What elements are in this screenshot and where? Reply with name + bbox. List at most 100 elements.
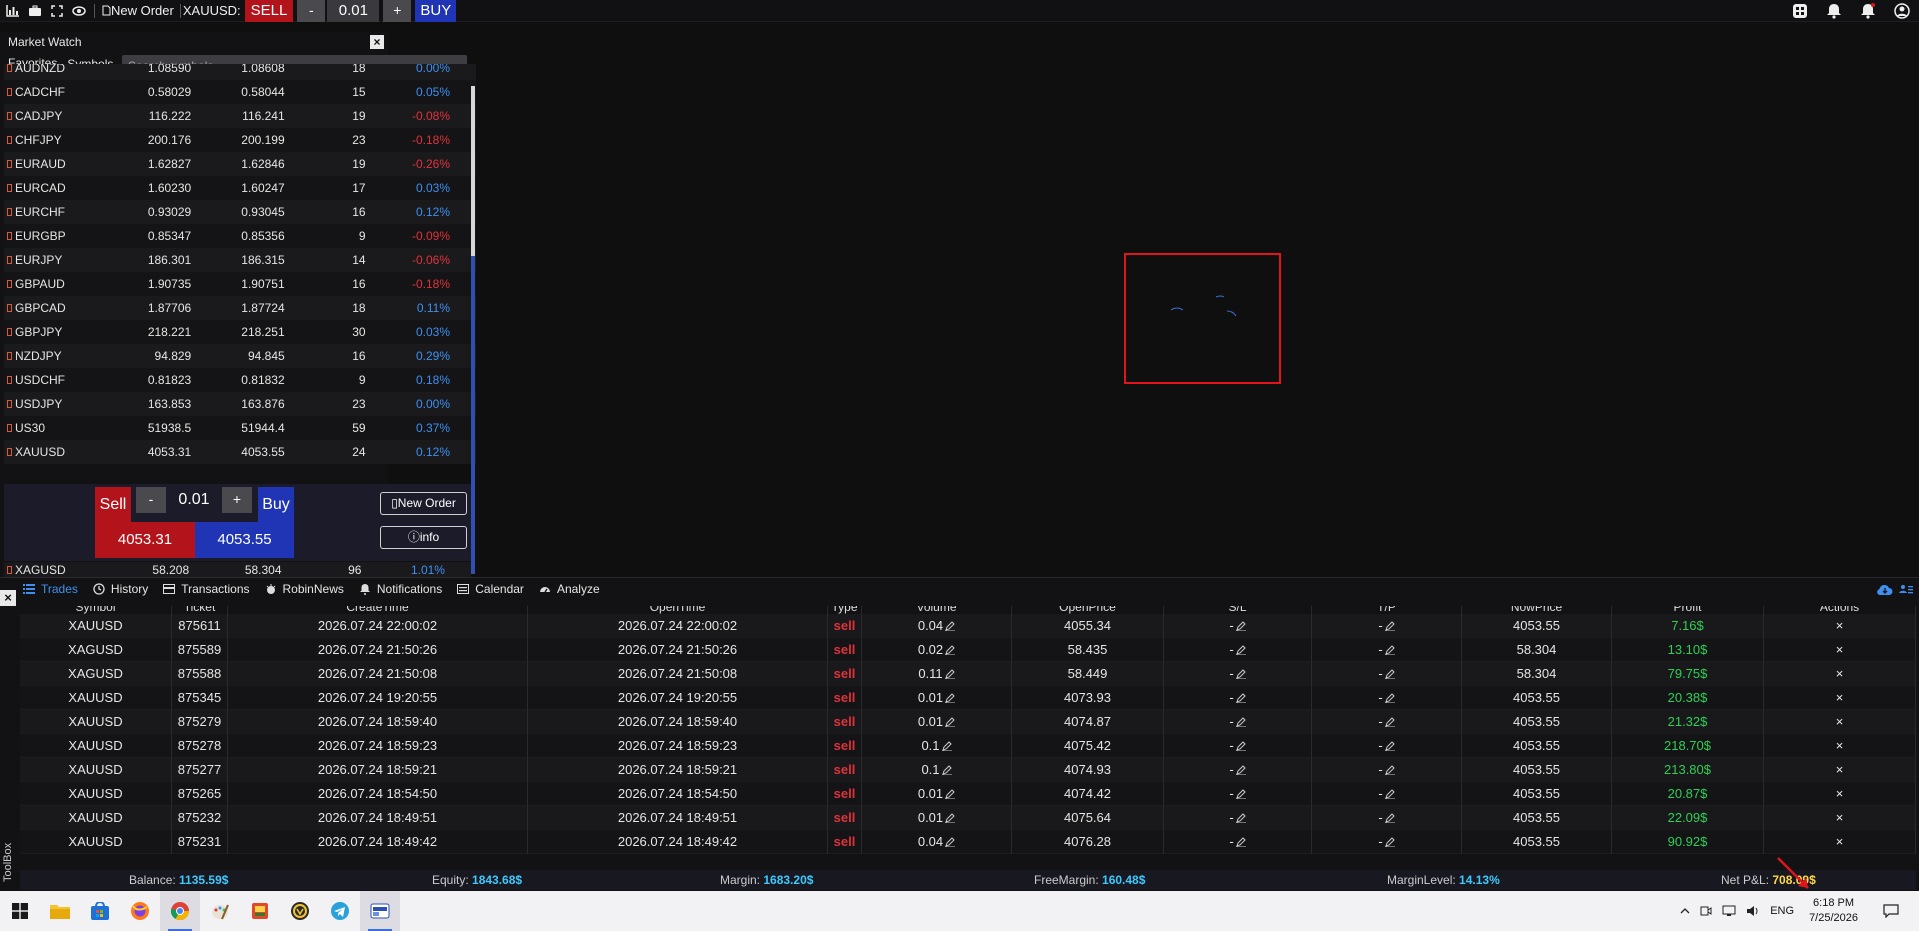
edit-icon[interactable] xyxy=(1384,693,1395,704)
close-trade-button[interactable]: × xyxy=(1764,685,1916,710)
close-trade-button[interactable]: × xyxy=(1764,829,1916,854)
tab-calendar[interactable]: Calendar xyxy=(456,582,524,596)
close-trade-button[interactable]: × xyxy=(1764,781,1916,806)
notification-center-icon[interactable] xyxy=(1883,904,1899,918)
user-icon[interactable] xyxy=(1893,2,1911,20)
list-item[interactable]: EURAUD 1.62827 1.62846 19 -0.26% xyxy=(4,152,476,176)
list-item[interactable]: EURCHF 0.93029 0.93045 16 0.12% xyxy=(4,200,476,224)
tab-trades[interactable]: Trades xyxy=(22,582,78,596)
table-row[interactable]: XAGUSD 875589 2026.07.24 21:50:26 2026.07.2… xyxy=(20,637,1916,662)
list-item[interactable]: NZDJPY 94.829 94.845 16 0.29% xyxy=(4,344,476,368)
alert-bell-icon[interactable] xyxy=(1859,2,1877,20)
app-icon[interactable] xyxy=(240,891,280,931)
edit-icon[interactable] xyxy=(1384,789,1395,800)
wallet-app-icon[interactable] xyxy=(280,891,320,931)
edit-icon[interactable] xyxy=(1384,621,1395,632)
edit-icon[interactable] xyxy=(1384,765,1395,776)
quick-volume-input[interactable]: 0.01 xyxy=(169,487,219,513)
edit-icon[interactable] xyxy=(1384,741,1395,752)
scrollbar-thumb[interactable] xyxy=(471,86,475,256)
close-trade-button[interactable]: × xyxy=(1764,661,1916,686)
edit-icon[interactable] xyxy=(945,621,956,632)
table-row[interactable]: XAUUSD 875277 2026.07.24 18:59:21 2026.07.2… xyxy=(20,757,1916,782)
sell-button[interactable]: SELL xyxy=(244,0,294,22)
edit-icon[interactable] xyxy=(1235,669,1246,680)
close-trade-button[interactable]: × xyxy=(1764,757,1916,782)
store-icon[interactable] xyxy=(80,891,120,931)
volume-decrease-button[interactable]: - xyxy=(297,0,326,22)
edit-icon[interactable] xyxy=(1235,621,1246,632)
new-order-link[interactable]: New Order xyxy=(111,3,174,18)
edit-icon[interactable] xyxy=(1235,693,1246,704)
edit-icon[interactable] xyxy=(1384,813,1395,824)
edit-icon[interactable] xyxy=(945,717,956,728)
volume-input[interactable]: 0.01 xyxy=(327,0,380,22)
edit-icon[interactable] xyxy=(1235,837,1246,848)
windows-start-icon[interactable] xyxy=(0,891,40,931)
close-icon[interactable]: × xyxy=(0,590,16,606)
language-indicator[interactable]: ENG xyxy=(1770,905,1794,917)
list-item[interactable]: EURCAD 1.60230 1.60247 17 0.03% xyxy=(4,176,476,200)
list-item[interactable]: GBPCAD 1.87706 1.87724 18 0.11% xyxy=(4,296,476,320)
list-item[interactable]: USDCHF 0.81823 0.81832 9 0.18% xyxy=(4,368,476,392)
edit-icon[interactable] xyxy=(945,693,956,704)
edit-icon[interactable] xyxy=(945,789,956,800)
edit-icon[interactable] xyxy=(1384,669,1395,680)
list-item[interactable]: CADJPY 116.222 116.241 19 -0.08% xyxy=(4,104,476,128)
list-item[interactable]: CADCHF 0.58029 0.58044 15 0.05% xyxy=(4,80,476,104)
table-row[interactable]: XAGUSD 875588 2026.07.24 21:50:08 2026.07.2… xyxy=(20,661,1916,686)
chrome-icon[interactable] xyxy=(160,891,200,931)
network-icon[interactable] xyxy=(1722,905,1736,917)
meet-icon[interactable] xyxy=(1700,905,1712,917)
fullscreen-icon[interactable] xyxy=(48,2,66,20)
quick-bid-price[interactable]: 4053.31 xyxy=(95,522,195,558)
telegram-icon[interactable] xyxy=(320,891,360,931)
edit-icon[interactable] xyxy=(1384,645,1395,656)
list-item[interactable]: CHFJPY 200.176 200.199 23 -0.18% xyxy=(4,128,476,152)
list-item[interactable]: USDJPY 163.853 163.876 23 0.00% xyxy=(4,392,476,416)
tab-robinnews[interactable]: RobinNews xyxy=(264,582,344,596)
chart-icon[interactable] xyxy=(4,2,22,20)
list-item[interactable]: AUDNZD 1.08590 1.08608 18 0.00% xyxy=(4,64,476,80)
list-item[interactable]: GBPJPY 218.221 218.251 30 0.03% xyxy=(4,320,476,344)
table-row[interactable]: XAUUSD 875279 2026.07.24 18:59:40 2026.07.2… xyxy=(20,709,1916,734)
volume-icon[interactable] xyxy=(1746,905,1760,917)
tab-analyze[interactable]: Analyze xyxy=(538,582,600,596)
user-list-icon[interactable] xyxy=(1899,584,1913,596)
table-row[interactable]: XAUUSD 875345 2026.07.24 19:20:55 2026.07.2… xyxy=(20,685,1916,710)
list-item[interactable]: XAUUSD 4053.31 4053.55 24 0.12% xyxy=(4,440,476,464)
chevron-up-icon[interactable] xyxy=(1680,908,1690,914)
edit-icon[interactable] xyxy=(1235,717,1246,728)
table-row[interactable]: XAUUSD 875611 2026.07.24 22:00:02 2026.07.2… xyxy=(20,613,1916,638)
quick-ask-price[interactable]: 4053.55 xyxy=(195,522,294,558)
edit-icon[interactable] xyxy=(941,765,952,776)
clock[interactable]: 6:18 PM 7/25/2026 xyxy=(1809,896,1858,926)
grid-icon[interactable] xyxy=(1791,2,1809,20)
edit-icon[interactable] xyxy=(1235,765,1246,776)
quick-volume-increase[interactable]: + xyxy=(222,487,252,513)
table-row[interactable]: XAUUSD 875265 2026.07.24 18:54:50 2026.07.2… xyxy=(20,781,1916,806)
table-row[interactable]: XAUUSD 875278 2026.07.24 18:59:23 2026.07.2… xyxy=(20,733,1916,758)
eye-icon[interactable] xyxy=(70,2,88,20)
edit-icon[interactable] xyxy=(1235,645,1246,656)
close-trade-button[interactable]: × xyxy=(1764,733,1916,758)
tab-notifications[interactable]: Notifications xyxy=(358,582,442,596)
close-trade-button[interactable]: × xyxy=(1764,805,1916,830)
edit-icon[interactable] xyxy=(945,837,956,848)
tab-transactions[interactable]: Transactions xyxy=(162,582,250,596)
buy-button[interactable]: BUY xyxy=(415,0,457,22)
scrollbar-track[interactable] xyxy=(471,256,475,574)
quick-sell-button[interactable]: Sell xyxy=(95,487,131,522)
trading-app-icon[interactable] xyxy=(360,891,400,931)
table-row[interactable]: XAUUSD 875231 2026.07.24 18:49:42 2026.07.2… xyxy=(20,829,1916,854)
list-item[interactable]: XAGUSD 58.208 58.304 96 1.01% xyxy=(4,562,471,578)
close-icon[interactable]: × xyxy=(370,35,384,49)
close-trade-button[interactable]: × xyxy=(1764,637,1916,662)
cloud-download-icon[interactable] xyxy=(1877,584,1893,596)
quick-volume-decrease[interactable]: - xyxy=(136,487,166,513)
edit-icon[interactable] xyxy=(944,669,955,680)
list-item[interactable]: US30 51938.5 51944.4 59 0.37% xyxy=(4,416,476,440)
edit-icon[interactable] xyxy=(945,645,956,656)
list-item[interactable]: EURGBP 0.85347 0.85356 9 -0.09% xyxy=(4,224,476,248)
new-order-button[interactable]: ▯New Order xyxy=(380,492,467,515)
